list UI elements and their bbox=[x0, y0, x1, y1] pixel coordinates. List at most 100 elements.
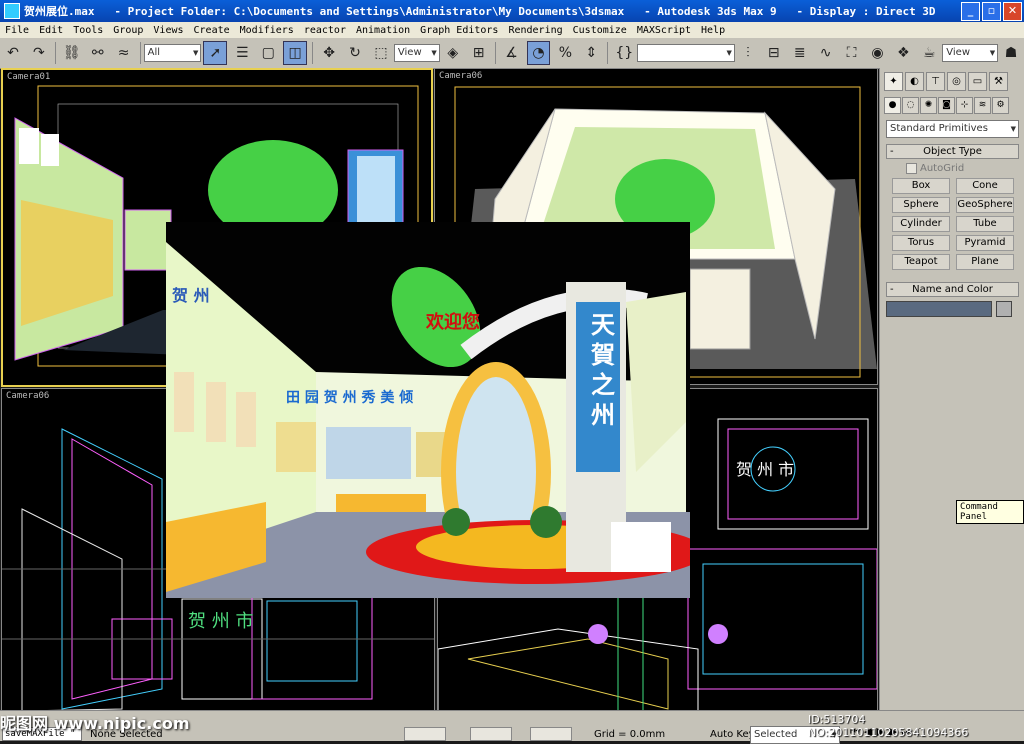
viewport-label[interactable]: Camera01 bbox=[7, 72, 50, 82]
motion-tab-icon[interactable]: ◎ bbox=[947, 72, 966, 91]
menu-graph-editors[interactable]: Graph Editors bbox=[415, 25, 503, 36]
command-panel: ✦ ◐ ⊤ ◎ ▭ ⚒ ● ◌ ✺ ◙ ⊹ ≋ ⚙ Standard Primi… bbox=[879, 68, 1024, 710]
geosphere-button[interactable]: GeoSphere bbox=[956, 197, 1014, 213]
render-type-dropdown[interactable]: View bbox=[942, 44, 999, 62]
name-and-color-rollout[interactable]: Name and Color bbox=[886, 282, 1019, 297]
cone-button[interactable]: Cone bbox=[956, 178, 1014, 194]
schematic-view-icon[interactable]: ⛶ bbox=[841, 42, 863, 64]
helpers-icon[interactable]: ⊹ bbox=[956, 97, 973, 114]
toolbar-divider bbox=[54, 42, 56, 64]
menu-help[interactable]: Help bbox=[696, 25, 730, 36]
y-coord-field[interactable] bbox=[470, 727, 512, 741]
z-coord-field[interactable] bbox=[530, 727, 572, 741]
plane-button[interactable]: Plane bbox=[956, 254, 1014, 270]
viewport-label[interactable]: Camera06 bbox=[6, 391, 49, 401]
unlink-icon[interactable]: ⚯ bbox=[87, 42, 109, 64]
rect-selection-icon[interactable]: ▢ bbox=[257, 42, 279, 64]
close-button[interactable]: ✕ bbox=[1003, 2, 1022, 21]
undo-icon[interactable]: ↶ bbox=[2, 42, 24, 64]
minimize-button[interactable]: _ bbox=[961, 2, 980, 21]
create-category-bar: ● ◌ ✺ ◙ ⊹ ≋ ⚙ bbox=[880, 95, 1024, 116]
window-crossing-icon[interactable]: ◫ bbox=[283, 41, 308, 65]
wall-banner-text: 田 园 贺 州 秀 美 倾 bbox=[286, 390, 414, 406]
angle-snap-icon[interactable]: ◔ bbox=[526, 41, 551, 65]
utilities-tab-icon[interactable]: ⚒ bbox=[989, 72, 1008, 91]
cameras-icon[interactable]: ◙ bbox=[938, 97, 955, 114]
mirror-icon[interactable]: ⫶ bbox=[737, 42, 759, 64]
spacewarps-icon[interactable]: ≋ bbox=[974, 97, 991, 114]
bind-spacewarp-icon[interactable]: ≈ bbox=[113, 42, 135, 64]
box-button[interactable]: Box bbox=[892, 178, 950, 194]
rotate-icon[interactable]: ↻ bbox=[344, 42, 366, 64]
pyramid-button[interactable]: Pyramid bbox=[956, 235, 1014, 251]
x-coord-field[interactable] bbox=[404, 727, 446, 741]
menu-edit[interactable]: Edit bbox=[34, 25, 68, 36]
menu-bar: File Edit Tools Group Views Create Modif… bbox=[0, 22, 1024, 38]
menu-tools[interactable]: Tools bbox=[68, 25, 108, 36]
hierarchy-tab-icon[interactable]: ⊤ bbox=[926, 72, 945, 91]
welcome-text: 欢迎您 bbox=[426, 312, 480, 333]
lights-icon[interactable]: ✺ bbox=[920, 97, 937, 114]
autogrid-checkbox[interactable] bbox=[906, 163, 917, 174]
menu-views[interactable]: Views bbox=[148, 25, 188, 36]
tube-button[interactable]: Tube bbox=[956, 216, 1014, 232]
menu-animation[interactable]: Animation bbox=[351, 25, 415, 36]
title-bar: 贺州展位.max - Project Folder: C:\Documents … bbox=[0, 0, 1024, 22]
snap-icon[interactable]: ∡ bbox=[501, 42, 523, 64]
curve-editor-icon[interactable]: ∿ bbox=[815, 42, 837, 64]
toolbar-divider bbox=[312, 42, 314, 64]
render-scene-icon[interactable]: ❖ bbox=[892, 42, 914, 64]
select-by-name-icon[interactable]: ☰ bbox=[231, 42, 253, 64]
select-manipulate-icon[interactable]: ⊞ bbox=[468, 42, 490, 64]
menu-customize[interactable]: Customize bbox=[568, 25, 632, 36]
main-toolbar: ↶ ↷ ⛓ ⚯ ≈ All ➚ ☰ ▢ ◫ ✥ ↻ ⬚ View ◈ ⊞ ∡ ◔… bbox=[0, 38, 1024, 69]
menu-file[interactable]: File bbox=[0, 25, 34, 36]
ref-coord-dropdown[interactable]: View bbox=[393, 44, 440, 62]
pivot-center-icon[interactable]: ◈ bbox=[442, 42, 464, 64]
object-type-rollout[interactable]: Object Type bbox=[886, 144, 1019, 159]
move-icon[interactable]: ✥ bbox=[318, 42, 340, 64]
object-color-swatch[interactable] bbox=[996, 301, 1012, 317]
geometry-icon[interactable]: ● bbox=[884, 97, 901, 114]
wire-sign-text: 贺 州 市 bbox=[736, 460, 794, 479]
select-object-icon[interactable]: ➚ bbox=[203, 41, 228, 65]
scale-icon[interactable]: ⬚ bbox=[370, 42, 392, 64]
menu-reactor[interactable]: reactor bbox=[299, 25, 351, 36]
menu-rendering[interactable]: Rendering bbox=[503, 25, 567, 36]
layer-manager-icon[interactable]: ≣ bbox=[789, 42, 811, 64]
spinner-snap-icon[interactable]: ⇕ bbox=[580, 42, 602, 64]
named-selection-dropdown[interactable] bbox=[637, 44, 735, 62]
maximize-button[interactable]: ▫ bbox=[982, 2, 1001, 21]
grid-size: Grid = 0.0mm bbox=[594, 729, 666, 740]
edit-named-selection-icon[interactable]: {} bbox=[613, 42, 635, 64]
primitive-category-dropdown[interactable]: Standard Primitives bbox=[886, 120, 1019, 138]
object-name-field[interactable] bbox=[886, 301, 992, 317]
systems-icon[interactable]: ⚙ bbox=[992, 97, 1009, 114]
menu-group[interactable]: Group bbox=[108, 25, 148, 36]
viewport-label[interactable]: Camera06 bbox=[439, 71, 482, 81]
modify-tab-icon[interactable]: ◐ bbox=[905, 72, 924, 91]
create-tab-icon[interactable]: ✦ bbox=[884, 72, 903, 91]
app-icon[interactable] bbox=[4, 3, 20, 19]
redo-icon[interactable]: ↷ bbox=[28, 42, 50, 64]
percent-snap-icon[interactable]: % bbox=[554, 42, 576, 64]
menu-create[interactable]: Create bbox=[189, 25, 235, 36]
material-editor-icon[interactable]: ◉ bbox=[867, 42, 889, 64]
sphere-button[interactable]: Sphere bbox=[892, 197, 950, 213]
link-icon[interactable]: ⛓ bbox=[61, 42, 83, 64]
shapes-icon[interactable]: ◌ bbox=[902, 97, 919, 114]
menu-modifiers[interactable]: Modifiers bbox=[235, 25, 299, 36]
command-panel-tooltip: Command Panel bbox=[956, 500, 1024, 524]
auto-key-button[interactable]: Auto Key bbox=[710, 729, 755, 740]
cylinder-button[interactable]: Cylinder bbox=[892, 216, 950, 232]
vertical-sign-text: 天賀之州 bbox=[591, 310, 615, 429]
render-last-icon[interactable]: ☗ bbox=[1000, 42, 1022, 64]
selection-filter-dropdown[interactable]: All bbox=[143, 44, 202, 62]
align-icon[interactable]: ⊟ bbox=[763, 42, 785, 64]
menu-maxscript[interactable]: MAXScript bbox=[632, 25, 696, 36]
torus-button[interactable]: Torus bbox=[892, 235, 950, 251]
watermark-site: 昵图网 www.nipic.com bbox=[0, 714, 190, 733]
display-tab-icon[interactable]: ▭ bbox=[968, 72, 987, 91]
quick-render-icon[interactable]: ☕ bbox=[918, 42, 940, 64]
teapot-button[interactable]: Teapot bbox=[892, 254, 950, 270]
